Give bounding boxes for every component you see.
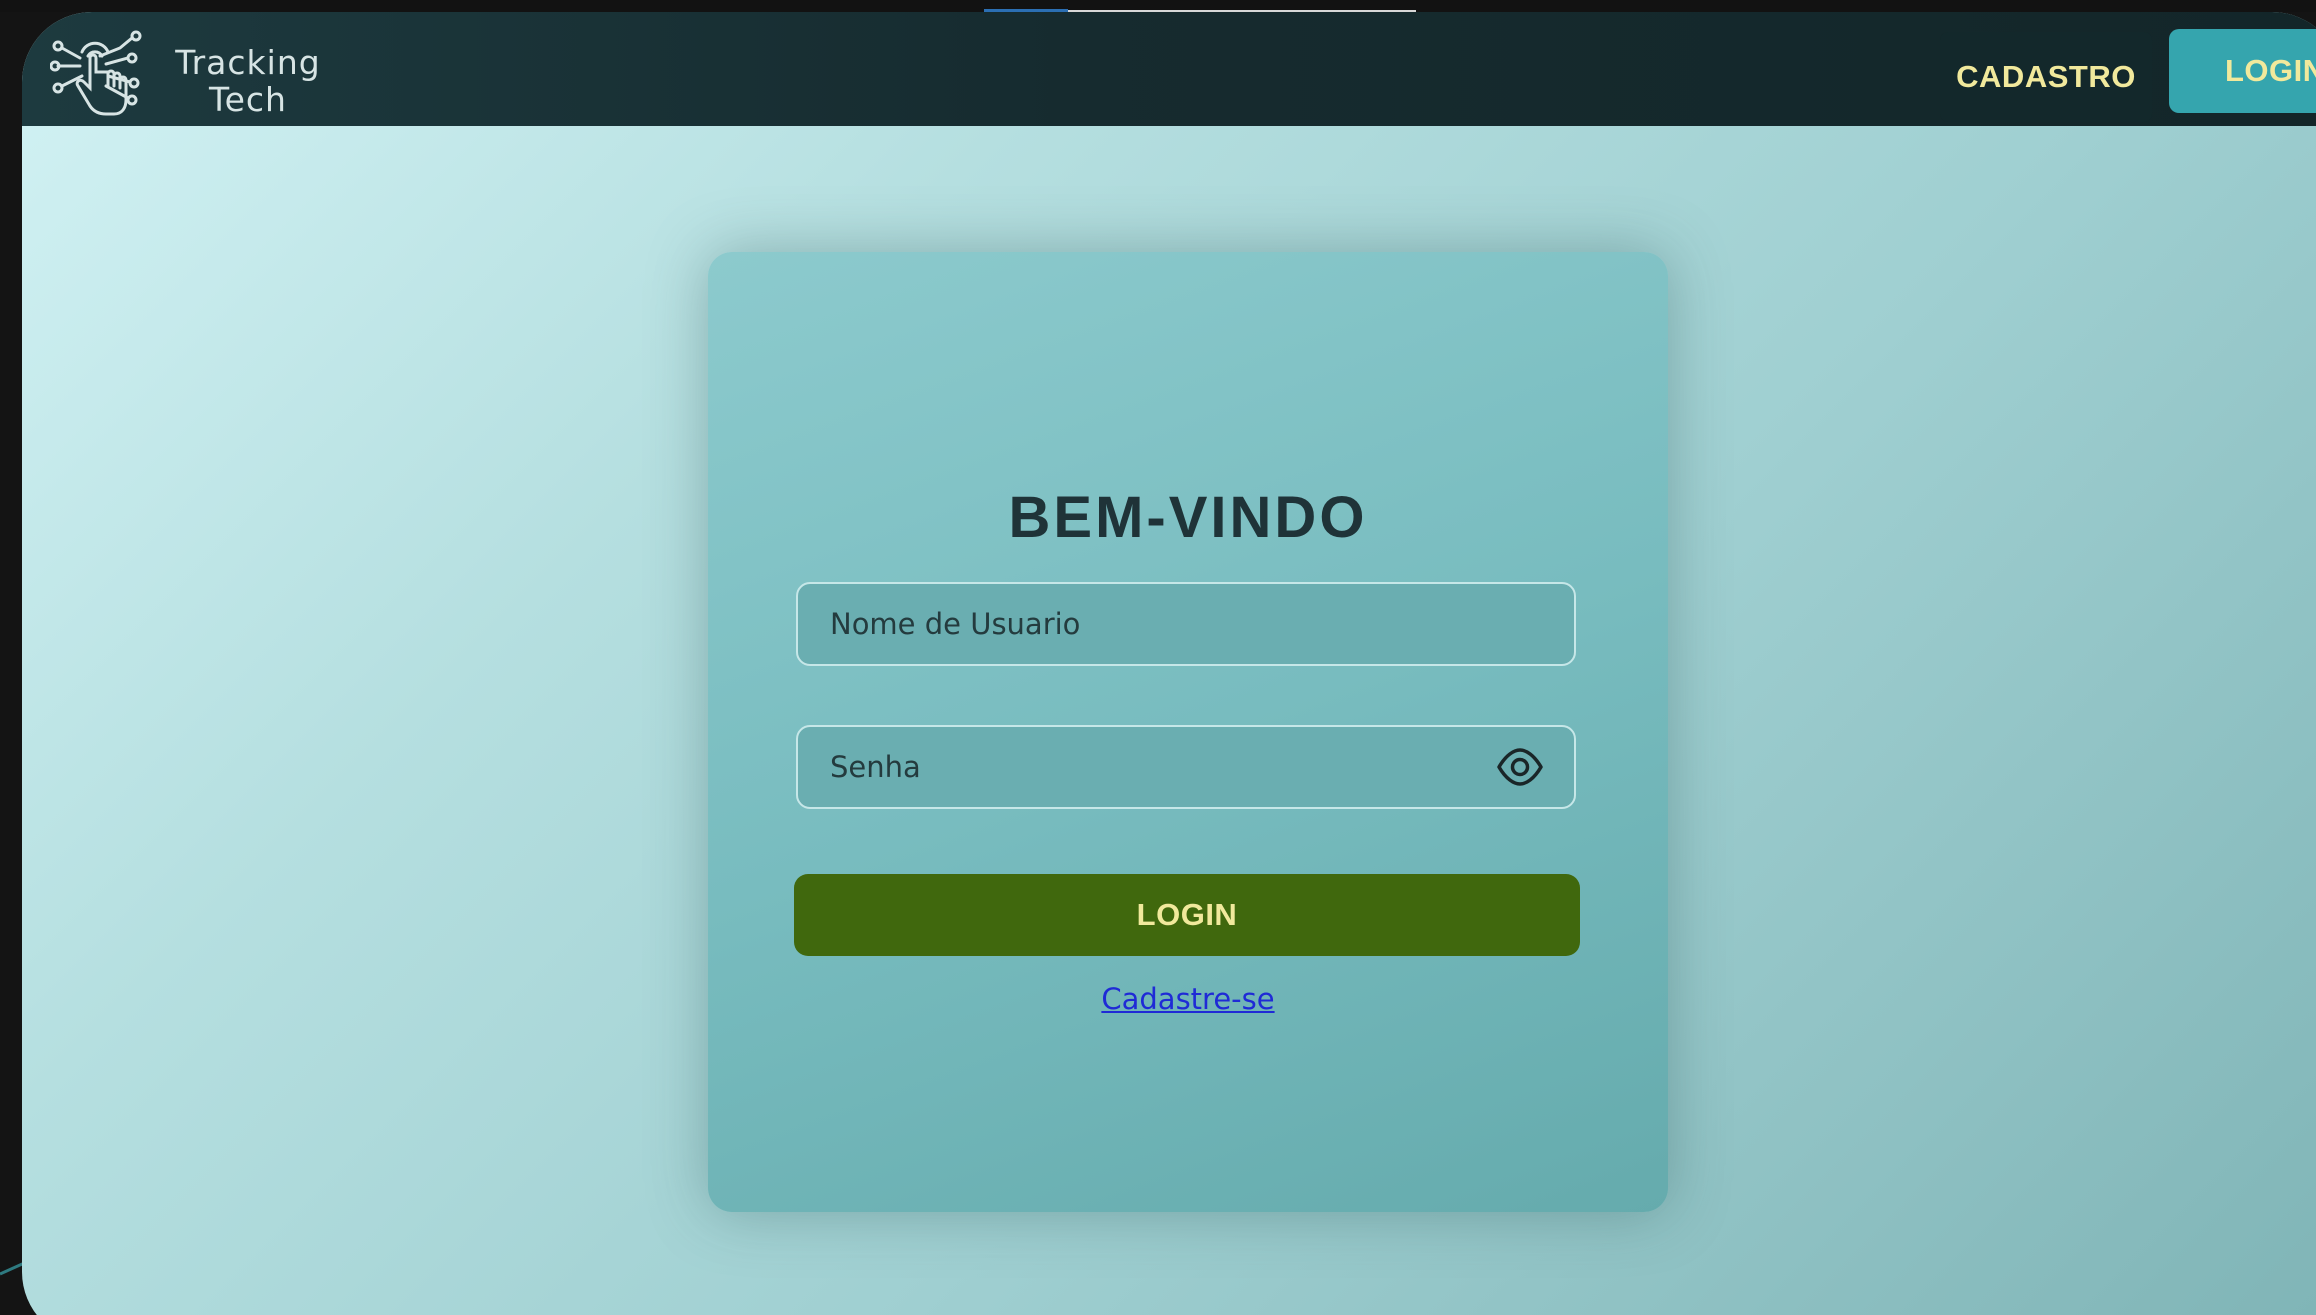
nav-login-button[interactable]: LOGIN xyxy=(2169,29,2316,113)
eye-icon[interactable] xyxy=(1496,747,1544,787)
username-field-wrapper xyxy=(796,582,1576,666)
username-input[interactable] xyxy=(798,584,1574,664)
app-window: Tracking Tech CADASTRO LOGIN BEM-VINDO L… xyxy=(22,12,2316,1315)
login-title: BEM-VINDO xyxy=(1008,485,1368,550)
brand-line-1: Tracking xyxy=(175,43,321,82)
brand-name: Tracking Tech xyxy=(158,44,338,118)
password-field-wrapper xyxy=(796,725,1576,809)
login-submit-button[interactable]: LOGIN xyxy=(794,874,1580,956)
brand-line-2: Tech xyxy=(209,80,287,119)
login-card: BEM-VINDO LOGIN Cadastre-se xyxy=(708,252,1668,1212)
nav-cadastro-button[interactable]: CADASTRO xyxy=(1940,32,2152,122)
brand-logo[interactable]: Tracking Tech xyxy=(50,26,350,118)
signup-link[interactable]: Cadastre-se xyxy=(708,982,1668,1016)
hand-circuit-logo-icon xyxy=(50,30,142,116)
browser-top-strip xyxy=(0,0,2316,12)
navbar: Tracking Tech CADASTRO LOGIN xyxy=(22,12,2316,126)
password-input[interactable] xyxy=(798,727,1574,807)
